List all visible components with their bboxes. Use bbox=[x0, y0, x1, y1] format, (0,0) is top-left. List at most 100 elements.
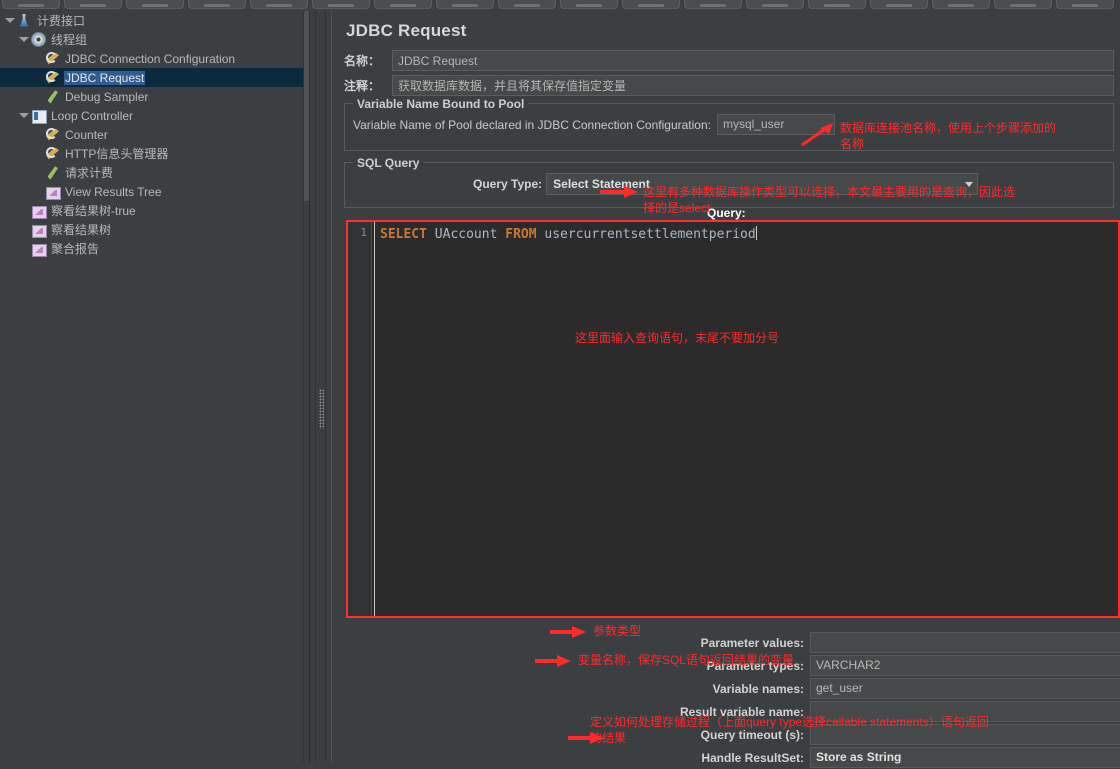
parameter-field-row: Variable names: get_user bbox=[666, 677, 1120, 700]
sql-keyword-select: SELECT bbox=[380, 227, 427, 242]
toolbar-button[interactable] bbox=[498, 0, 556, 9]
sql-table: usercurrentsettlementperiod bbox=[544, 227, 756, 242]
chart-icon bbox=[44, 184, 61, 200]
tree-item[interactable]: View Results Tree bbox=[0, 182, 303, 201]
tree-item[interactable]: 线程组 bbox=[0, 30, 303, 49]
tree-item-label: 聚合报告 bbox=[51, 242, 100, 256]
toolbar-button[interactable] bbox=[746, 0, 804, 9]
comment-input[interactable]: 获取数据库数据，并且将其保存值指定变量 bbox=[392, 75, 1114, 96]
parameter-field-input[interactable]: get_user bbox=[810, 678, 1120, 699]
anno-hr-a: 定义如何处理存储过程（上面 bbox=[590, 715, 747, 729]
sql-query-group-title: SQL Query bbox=[353, 156, 424, 170]
parameter-field-input[interactable] bbox=[810, 632, 1120, 653]
tree-item-label: Debug Sampler bbox=[65, 89, 149, 104]
panel-splitter[interactable] bbox=[310, 11, 331, 762]
toolbar-button[interactable] bbox=[126, 0, 184, 9]
anno-hr-f: 的结果 bbox=[590, 731, 627, 745]
sql-text[interactable]: SELECT UAccount FROM usercurrentsettleme… bbox=[380, 226, 1114, 242]
chart-icon bbox=[30, 203, 47, 219]
tree-item[interactable]: HTTP信息头管理器 bbox=[0, 144, 303, 163]
toolbar-button[interactable] bbox=[560, 0, 618, 9]
pool-caption: Variable Name of Pool declared in JDBC C… bbox=[353, 117, 711, 132]
tree-item[interactable]: 察看结果树 bbox=[0, 220, 303, 239]
name-label: 名称： bbox=[344, 53, 381, 68]
toolbar-button[interactable] bbox=[622, 0, 680, 9]
editor-line-numbers: 1 bbox=[348, 222, 372, 616]
tree-scrollbar[interactable] bbox=[303, 11, 309, 762]
tree-item[interactable]: Counter bbox=[0, 125, 303, 144]
parameter-field-input[interactable]: VARCHAR2 bbox=[810, 655, 1120, 676]
tree-item[interactable]: 聚合报告 bbox=[0, 239, 303, 258]
tree-item[interactable]: 请求计费 bbox=[0, 163, 303, 182]
toolbar-button[interactable] bbox=[64, 0, 122, 9]
tree-item[interactable]: JDBC Request bbox=[0, 68, 303, 87]
annotation-query-type-mono: select bbox=[679, 201, 711, 215]
chart-icon bbox=[30, 241, 47, 257]
parameter-field-row: Parameter values: bbox=[666, 631, 1120, 654]
annotation-sql-body-text: 这里面输入查询语句，末尾不要加分号 bbox=[575, 331, 780, 345]
tree-item[interactable]: 察看结果树-true bbox=[0, 201, 303, 220]
config-icon bbox=[44, 146, 61, 162]
annotation-pool-text: 数据库连接池名称，使用上个步骤添加的 名称 bbox=[840, 121, 1057, 151]
parameter-field-label: Variable names: bbox=[712, 681, 804, 696]
tree-item[interactable]: Debug Sampler bbox=[0, 87, 303, 106]
page-title: JDBC Request bbox=[346, 21, 467, 40]
anno-hr-c: 选择 bbox=[802, 715, 827, 729]
toolbar-button[interactable] bbox=[2, 0, 60, 9]
toolbar-button[interactable] bbox=[808, 0, 866, 9]
pen-icon bbox=[44, 89, 61, 105]
splitter-grip[interactable] bbox=[319, 389, 324, 429]
expand-collapse-icon[interactable] bbox=[18, 110, 29, 121]
test-plan-tree[interactable]: 计费接口线程组 JDBC Connection Configuration JDBC… bbox=[0, 11, 303, 762]
sql-query-editor[interactable]: 1 SELECT UAccount FROM usercurrentsettle… bbox=[346, 220, 1120, 618]
expand-collapse-icon[interactable] bbox=[18, 34, 29, 45]
toolbar-button[interactable] bbox=[436, 0, 494, 9]
toolbar-button[interactable] bbox=[250, 0, 308, 9]
gear-icon bbox=[30, 32, 47, 48]
comment-label: 注释： bbox=[344, 79, 381, 93]
annotation-param-types-text: 参数类型 bbox=[593, 624, 642, 638]
toolbar-button[interactable] bbox=[870, 0, 928, 9]
tree-item-label: 察看结果树 bbox=[51, 223, 112, 237]
parameter-field-value: VARCHAR2 bbox=[816, 658, 881, 672]
tree-item-label: 请求计费 bbox=[65, 166, 114, 180]
editor-margin-line bbox=[374, 222, 375, 616]
anno-hr-b: query type bbox=[746, 715, 803, 729]
tree-item-label: Loop Controller bbox=[51, 108, 134, 123]
tree-item-label: JDBC Connection Configuration bbox=[65, 51, 236, 66]
config-icon bbox=[44, 127, 61, 143]
toolbar-button[interactable] bbox=[312, 0, 370, 9]
sql-keyword-from: FROM bbox=[505, 227, 537, 242]
toolbar-button[interactable] bbox=[188, 0, 246, 9]
tree-item[interactable]: Loop Controller bbox=[0, 106, 303, 125]
comment-row: 注释： 获取数据库数据，并且将其保存值指定变量 bbox=[344, 75, 1114, 96]
handle-resultset-select[interactable]: Store as String bbox=[810, 747, 1120, 768]
pool-variable-input[interactable]: mysql_user bbox=[716, 114, 835, 135]
toolbar-button[interactable] bbox=[684, 0, 742, 9]
expand-collapse-icon[interactable] bbox=[4, 15, 15, 26]
tree-item-label: JDBC Request bbox=[64, 70, 146, 85]
line-number: 1 bbox=[360, 226, 367, 239]
tree-item[interactable]: 计费接口 bbox=[0, 11, 303, 30]
toolbar-button[interactable] bbox=[932, 0, 990, 9]
tree-item-label: 察看结果树-true bbox=[51, 204, 136, 218]
query-type-value: Select Statement bbox=[553, 177, 650, 191]
tree-item-label: 线程组 bbox=[51, 33, 88, 47]
toolbar-button[interactable] bbox=[994, 0, 1052, 9]
toolbar-button[interactable] bbox=[1056, 0, 1114, 9]
sql-column: UAccount bbox=[434, 227, 498, 242]
tree-item[interactable]: JDBC Connection Configuration bbox=[0, 49, 303, 68]
toolbar-button[interactable] bbox=[374, 0, 432, 9]
toolbar bbox=[0, 0, 1120, 11]
query-type-label: Query Type: bbox=[473, 177, 543, 191]
anno-hr-d: callable statements bbox=[826, 715, 929, 729]
parameter-field-row: Handle ResultSet: Store as String bbox=[666, 746, 1120, 769]
name-input[interactable]: JDBC Request bbox=[392, 49, 1114, 71]
annotation-variable-names-text: 变量名称，保存SQL语句返回结果的变量 bbox=[578, 653, 795, 667]
